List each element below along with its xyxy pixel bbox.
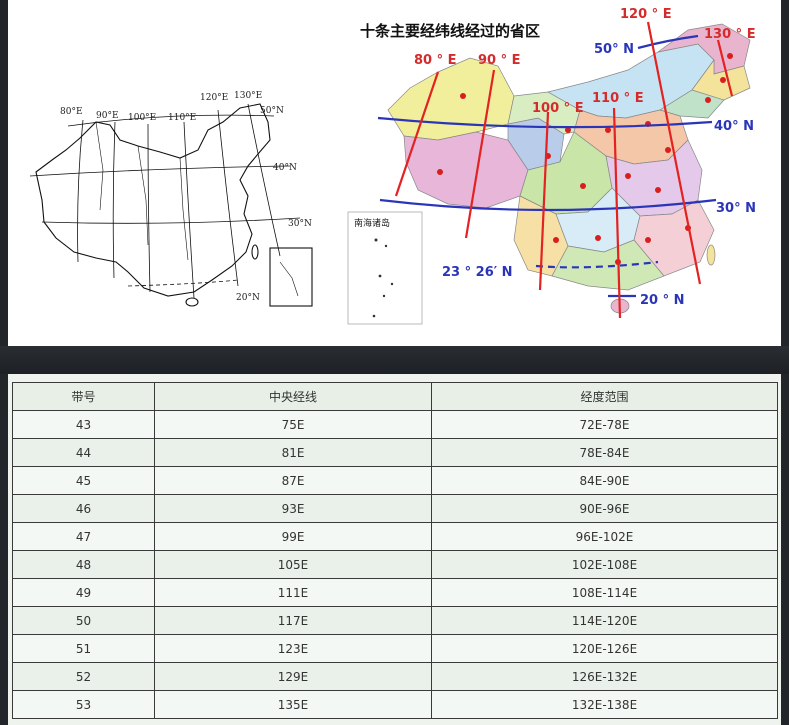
- zone-number-cell: 52: [12, 662, 155, 691]
- left-lon-90-label: 90°E: [96, 111, 119, 121]
- central-meridian-cell: 117E: [154, 606, 432, 635]
- table-header-row: 带号 中央经线 经度范围: [12, 382, 778, 411]
- central-meridian-cell: 105E: [154, 550, 432, 579]
- table-row: 51 123E 120E-126E: [12, 634, 778, 663]
- table-row: 46 93E 90E-96E: [12, 494, 778, 523]
- table-row: 49 111E 108E-114E: [12, 578, 778, 607]
- table-row: 50 117E 114E-120E: [12, 606, 778, 635]
- zone-number-cell: 49: [12, 578, 155, 607]
- right-map: 十条主要经纬线经过的省区 南海诸岛 80 ° E 90 ° E 100 ° E …: [347, 7, 756, 325]
- maps-figure: 80°E 90°E 100°E 110°E 120°E 130°E 50°N 4…: [29, 7, 756, 325]
- table-row: 44 81E 78E-84E: [12, 438, 778, 467]
- province-xinjiang: [387, 57, 515, 141]
- longitude-range-cell: 120E-126E: [431, 634, 778, 663]
- central-meridian-cell: 93E: [154, 494, 432, 523]
- zone-number-cell: 45: [12, 466, 155, 495]
- longitude-range-cell: 132E-138E: [431, 690, 778, 719]
- left-lon-130-label: 130°E: [234, 91, 262, 101]
- left-lon-110-label: 110°E: [168, 113, 196, 123]
- header-central-meridian: 中央经线: [154, 382, 432, 411]
- parallel-30-label: 30° N: [716, 201, 756, 216]
- central-meridian-cell: 75E: [154, 410, 432, 439]
- left-lon-80-label: 80°E: [60, 107, 83, 117]
- province-taiwan: [706, 244, 716, 266]
- parallel-40-label: 40° N: [714, 119, 754, 134]
- meridian-100-label: 100 ° E: [532, 101, 584, 116]
- central-meridian-cell: 81E: [154, 438, 432, 467]
- central-meridian-cell: 129E: [154, 662, 432, 691]
- longitude-range-cell: 102E-108E: [431, 550, 778, 579]
- meridian-120-label: 120 ° E: [620, 7, 672, 22]
- table-panel: 带号 中央经线 经度范围 43 75E 72E-78E 44 81E 78E-84E 4…: [8, 374, 781, 725]
- longitude-range-cell: 126E-132E: [431, 662, 778, 691]
- inset-label: 南海诸岛: [354, 217, 390, 229]
- zone-table: 带号 中央经线 经度范围 43 75E 72E-78E 44 81E 78E-84E 4…: [12, 382, 778, 719]
- longitude-range-cell: 114E-120E: [431, 606, 778, 635]
- header-longitude-range: 经度范围: [431, 382, 778, 411]
- longitude-range-cell: 84E-90E: [431, 466, 778, 495]
- zone-number-cell: 46: [12, 494, 155, 523]
- zone-number-cell: 50: [12, 606, 155, 635]
- meridian-80-label: 80 ° E: [414, 53, 457, 68]
- map-panel: 80°E 90°E 100°E 110°E 120°E 130°E 50°N 4…: [8, 0, 781, 346]
- longitude-range-cell: 90E-96E: [431, 494, 778, 523]
- table-row: 52 129E 126E-132E: [12, 662, 778, 691]
- zone-number-cell: 47: [12, 522, 155, 551]
- central-meridian-cell: 87E: [154, 466, 432, 495]
- table-row: 53 135E 132E-138E: [12, 690, 778, 719]
- left-lat-50-label: 50°N: [260, 106, 284, 116]
- left-map: [29, 103, 313, 307]
- parallel-50-label: 50° N: [594, 42, 634, 57]
- province-tibet: [403, 131, 529, 209]
- longitude-range-cell: 108E-114E: [431, 578, 778, 607]
- left-country-outline: [35, 103, 271, 297]
- left-lon-100-label: 100°E: [128, 113, 156, 123]
- zone-number-cell: 43: [12, 410, 155, 439]
- zone-number-cell: 48: [12, 550, 155, 579]
- central-meridian-cell: 111E: [154, 578, 432, 607]
- header-zone-number: 带号: [12, 382, 155, 411]
- meridian-130-label: 130 ° E: [704, 27, 756, 42]
- table-row: 43 75E 72E-78E: [12, 410, 778, 439]
- left-lat-30-label: 30°N: [288, 219, 312, 229]
- zone-number-cell: 53: [12, 690, 155, 719]
- table-row: 45 87E 84E-90E: [12, 466, 778, 495]
- right-map-title: 十条主要经纬线经过的省区: [360, 22, 540, 40]
- parallel-23-26-label: 23 ° 26′ N: [442, 265, 513, 280]
- parallel-20-label: 20 ° N: [640, 293, 685, 308]
- left-lat-40-label: 40°N: [273, 163, 297, 173]
- central-meridian-cell: 135E: [154, 690, 432, 719]
- background-band: [0, 346, 789, 374]
- zone-number-cell: 44: [12, 438, 155, 467]
- longitude-range-cell: 78E-84E: [431, 438, 778, 467]
- meridian-110-label: 110 ° E: [592, 91, 644, 106]
- zone-number-cell: 51: [12, 634, 155, 663]
- central-meridian-cell: 99E: [154, 522, 432, 551]
- central-meridian-cell: 123E: [154, 634, 432, 663]
- table-row: 47 99E 96E-102E: [12, 522, 778, 551]
- longitude-range-cell: 72E-78E: [431, 410, 778, 439]
- left-lat-20-label: 20°N: [236, 293, 260, 303]
- left-lon-120-label: 120°E: [200, 93, 228, 103]
- meridian-90-label: 90 ° E: [478, 53, 521, 68]
- table-row: 48 105E 102E-108E: [12, 550, 778, 579]
- longitude-range-cell: 96E-102E: [431, 522, 778, 551]
